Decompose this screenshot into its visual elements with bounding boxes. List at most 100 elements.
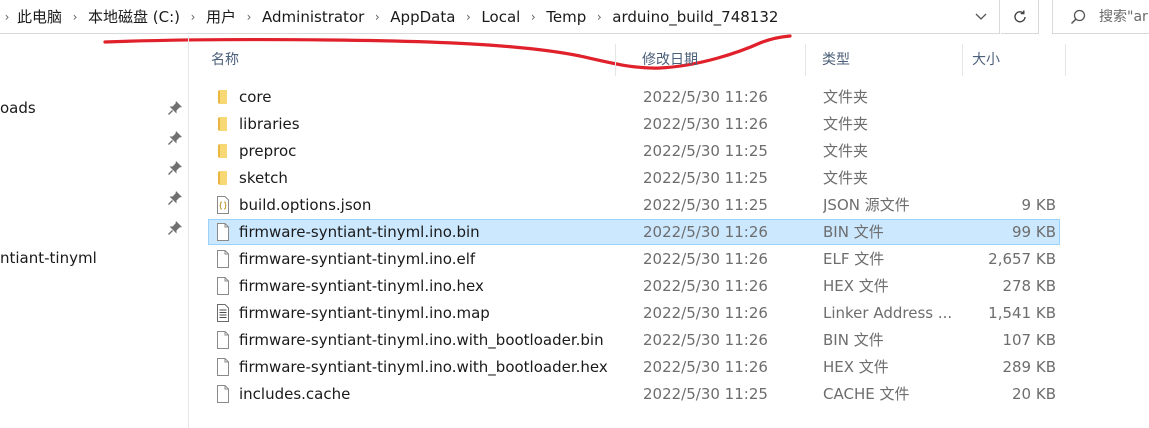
breadcrumb-local[interactable]: Local bbox=[478, 0, 523, 34]
file-size: 99 KB bbox=[1012, 223, 1056, 241]
file-name: libraries bbox=[239, 115, 300, 133]
file-name: preproc bbox=[239, 142, 297, 160]
file-row-selected[interactable]: firmware-syntiant-tinyml.ino.bin 2022/5/… bbox=[208, 219, 1060, 245]
breadcrumb-this-pc[interactable]: 此电脑 bbox=[14, 0, 65, 34]
file-date: 2022/5/30 11:25 bbox=[643, 196, 768, 214]
navigation-pane: oads ntiant-tinyml bbox=[0, 36, 188, 428]
nav-item-project-folder[interactable]: ntiant-tinyml bbox=[0, 244, 188, 272]
file-size: 9 KB bbox=[1021, 196, 1056, 214]
pin-icon[interactable] bbox=[166, 189, 184, 207]
column-header: 名称 修改日期 类型 大小 bbox=[189, 44, 1069, 76]
file-icon bbox=[217, 223, 229, 241]
file-type: HEX 文件 bbox=[823, 358, 889, 376]
file-date: 2022/5/30 11:25 bbox=[643, 142, 768, 160]
address-bar[interactable]: › 此电脑 › 本地磁盘 (C:) › 用户 › Administrator ›… bbox=[0, 0, 1000, 34]
file-row[interactable]: libraries 2022/5/30 11:26 文件夹 bbox=[208, 111, 1060, 137]
breadcrumb-current-folder[interactable]: arduino_build_748132 bbox=[609, 0, 781, 34]
file-row[interactable]: firmware-syntiant-tinyml.ino.with_bootlo… bbox=[208, 327, 1060, 353]
breadcrumb: › 此电脑 › 本地磁盘 (C:) › 用户 › Administrator ›… bbox=[0, 0, 781, 34]
chevron-right-icon[interactable]: › bbox=[239, 10, 259, 24]
nav-item-label: ntiant-tinyml bbox=[0, 249, 97, 267]
breadcrumb-administrator[interactable]: Administrator bbox=[259, 0, 367, 34]
file-icon bbox=[217, 385, 229, 403]
chevron-right-icon[interactable]: › bbox=[183, 10, 203, 24]
nav-item-downloads[interactable]: oads bbox=[0, 94, 188, 122]
file-date: 2022/5/30 11:26 bbox=[643, 331, 768, 349]
file-icon bbox=[217, 331, 229, 349]
folder-icon bbox=[218, 117, 227, 131]
json-file-icon bbox=[217, 196, 229, 214]
file-date: 2022/5/30 11:26 bbox=[643, 223, 768, 241]
file-size: 2,657 KB bbox=[988, 250, 1056, 268]
chevron-right-icon[interactable]: › bbox=[0, 10, 14, 24]
pin-icon[interactable] bbox=[166, 99, 184, 117]
file-icon bbox=[217, 250, 229, 268]
chevron-right-icon[interactable]: › bbox=[523, 10, 543, 24]
folder-icon bbox=[218, 90, 227, 104]
pin-icon[interactable] bbox=[166, 159, 184, 177]
address-history-dropdown[interactable] bbox=[969, 0, 993, 34]
breadcrumb-appdata[interactable]: AppData bbox=[387, 0, 458, 34]
column-header-date[interactable]: 修改日期 bbox=[634, 44, 806, 76]
chevron-right-icon[interactable]: › bbox=[589, 10, 609, 24]
file-row[interactable]: firmware-syntiant-tinyml.ino.map 2022/5/… bbox=[208, 300, 1060, 326]
file-list: 名称 修改日期 类型 大小 core 2022/5/30 11:26 文件夹 l… bbox=[189, 36, 1149, 428]
address-row: › 此电脑 › 本地磁盘 (C:) › 用户 › Administrator ›… bbox=[0, 0, 1149, 36]
file-name: build.options.json bbox=[239, 196, 372, 214]
search-icon bbox=[1070, 9, 1086, 24]
file-name: sketch bbox=[239, 169, 288, 187]
file-date: 2022/5/30 11:26 bbox=[643, 277, 768, 295]
file-name: includes.cache bbox=[239, 385, 351, 403]
chevron-down-icon bbox=[975, 13, 987, 20]
file-date: 2022/5/30 11:26 bbox=[643, 250, 768, 268]
file-row[interactable]: core 2022/5/30 11:26 文件夹 bbox=[208, 84, 1060, 110]
file-type: BIN 文件 bbox=[823, 223, 884, 241]
refresh-icon bbox=[1013, 10, 1026, 22]
file-type: 文件夹 bbox=[823, 169, 869, 187]
file-row[interactable]: firmware-syntiant-tinyml.ino.hex 2022/5/… bbox=[208, 273, 1060, 299]
chevron-right-icon[interactable]: › bbox=[65, 10, 85, 24]
file-name: firmware-syntiant-tinyml.ino.hex bbox=[239, 277, 484, 295]
column-header-name[interactable]: 名称 bbox=[203, 44, 616, 76]
file-type: 文件夹 bbox=[823, 115, 869, 133]
pin-icon[interactable] bbox=[166, 219, 184, 237]
file-size: 20 KB bbox=[1012, 385, 1056, 403]
file-name: firmware-syntiant-tinyml.ino.with_bootlo… bbox=[239, 358, 608, 376]
breadcrumb-local-disk[interactable]: 本地磁盘 (C:) bbox=[85, 0, 183, 34]
file-row[interactable]: preproc 2022/5/30 11:25 文件夹 bbox=[208, 138, 1060, 164]
file-size: 107 KB bbox=[1002, 331, 1056, 349]
file-row[interactable]: firmware-syntiant-tinyml.ino.elf 2022/5/… bbox=[208, 246, 1060, 272]
file-type: 文件夹 bbox=[823, 88, 869, 106]
pin-icon[interactable] bbox=[166, 129, 184, 147]
file-size: 289 KB bbox=[1002, 358, 1056, 376]
file-row[interactable]: build.options.json 2022/5/30 11:25 JSON … bbox=[208, 192, 1060, 218]
file-icon bbox=[217, 277, 229, 295]
file-row[interactable]: firmware-syntiant-tinyml.ino.with_bootlo… bbox=[208, 354, 1060, 380]
search-input[interactable] bbox=[1099, 8, 1149, 25]
column-header-type[interactable]: 类型 bbox=[814, 44, 963, 76]
file-row[interactable]: sketch 2022/5/30 11:25 文件夹 bbox=[208, 165, 1060, 191]
file-name: firmware-syntiant-tinyml.ino.elf bbox=[239, 250, 476, 268]
file-icon bbox=[217, 358, 229, 376]
file-type: JSON 源文件 bbox=[823, 196, 910, 214]
file-size: 278 KB bbox=[1002, 277, 1056, 295]
breadcrumb-temp[interactable]: Temp bbox=[543, 0, 589, 34]
breadcrumb-users[interactable]: 用户 bbox=[203, 0, 239, 34]
file-type: HEX 文件 bbox=[823, 277, 889, 295]
file-date: 2022/5/30 11:26 bbox=[643, 88, 768, 106]
file-date: 2022/5/30 11:25 bbox=[643, 169, 768, 187]
file-name: firmware-syntiant-tinyml.ino.with_bootlo… bbox=[239, 331, 604, 349]
chevron-right-icon[interactable]: › bbox=[367, 10, 387, 24]
file-explorer-window: › 此电脑 › 本地磁盘 (C:) › 用户 › Administrator ›… bbox=[0, 0, 1149, 428]
file-name: firmware-syntiant-tinyml.ino.map bbox=[239, 304, 490, 322]
file-date: 2022/5/30 11:26 bbox=[643, 304, 768, 322]
file-type: BIN 文件 bbox=[823, 331, 884, 349]
column-header-size[interactable]: 大小 bbox=[964, 44, 1066, 76]
file-date: 2022/5/30 11:25 bbox=[643, 385, 768, 403]
chevron-right-icon[interactable]: › bbox=[458, 10, 478, 24]
file-type: ELF 文件 bbox=[823, 250, 885, 268]
file-row[interactable]: includes.cache 2022/5/30 11:25 CACHE 文件 … bbox=[208, 381, 1060, 407]
search-box[interactable] bbox=[1052, 0, 1149, 34]
file-name: core bbox=[239, 88, 272, 106]
refresh-button[interactable] bbox=[1001, 0, 1039, 34]
